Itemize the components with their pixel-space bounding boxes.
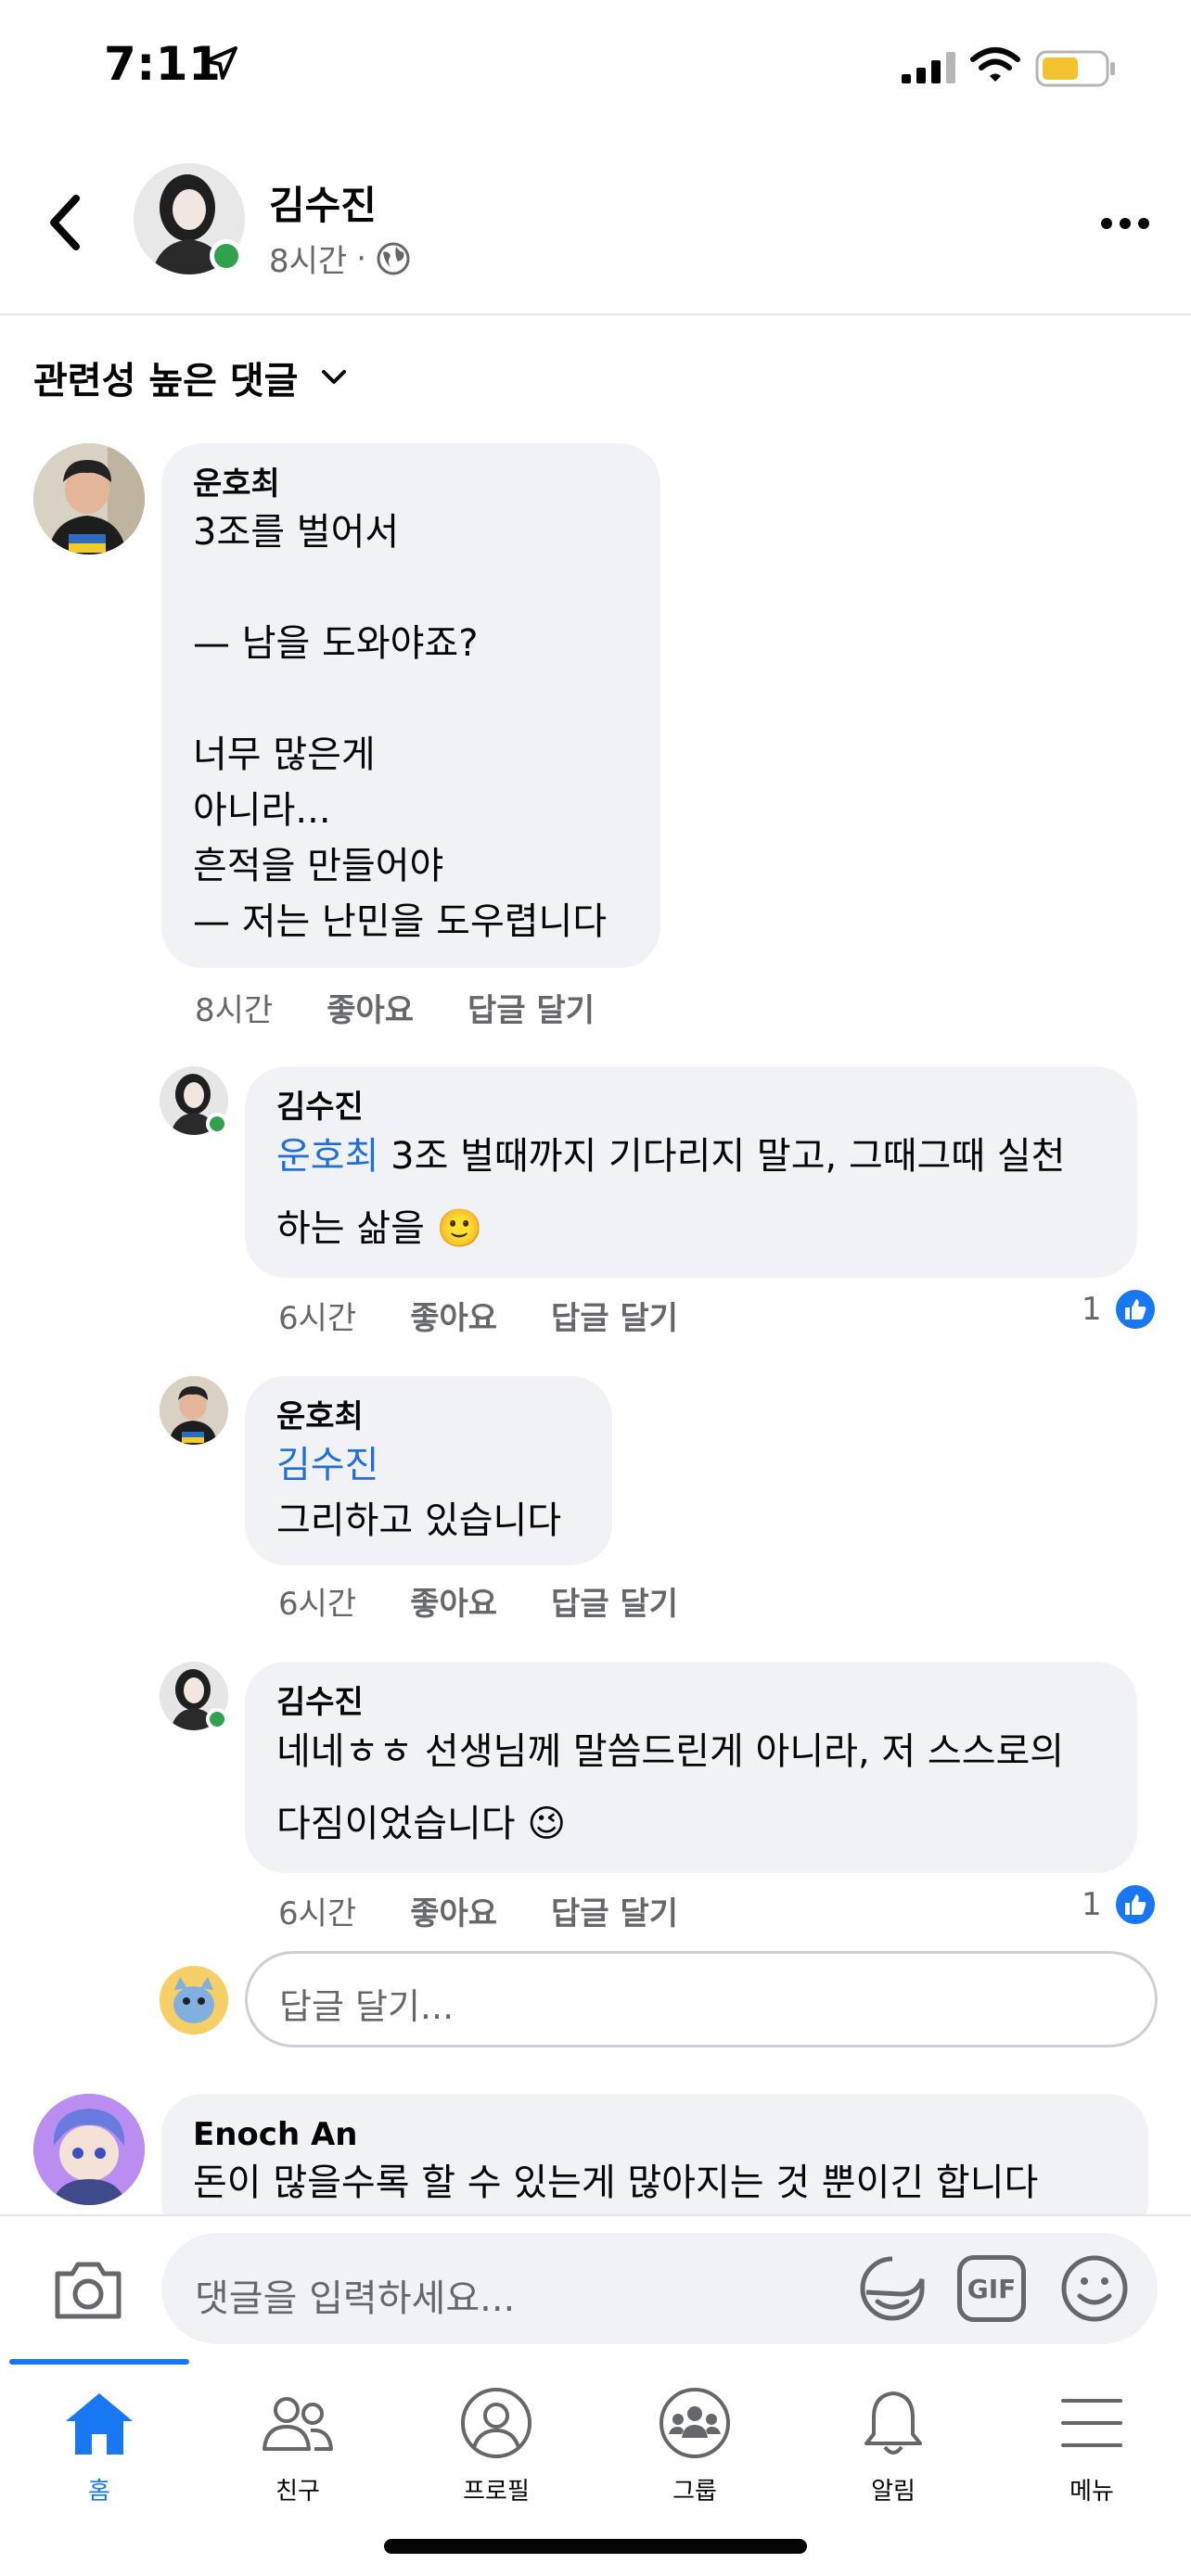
home-indicator[interactable] (384, 2539, 807, 2554)
comment-bubble[interactable]: 운호최 3조를 벌어서 — 남을 도와야죠? 너무 많은게 아니라... 흔적을… (161, 443, 660, 968)
reply-button[interactable]: 답글 달기 (551, 1888, 678, 1933)
meta-separator: · (356, 239, 367, 277)
tab-label: 알림 (871, 2478, 916, 2506)
tab-label: 친구 (275, 2478, 320, 2506)
reply-time: 6시간 (278, 1895, 357, 1932)
tab-menu[interactable]: 메뉴 (992, 2379, 1191, 2519)
comment-input[interactable]: 댓글을 입력하세요... GIF (161, 2233, 1158, 2344)
like-button[interactable]: 좋아요 (410, 1888, 497, 1933)
tab-home[interactable]: 홈 (0, 2379, 198, 2519)
sort-label: 관련성 높은 댓글 (33, 360, 299, 402)
bell-icon (864, 2391, 922, 2455)
wifi-icon (970, 47, 1020, 82)
reply-actions: 6시간 좋아요 답글 달기 (278, 1888, 678, 1933)
status-bar: 7:11 (0, 0, 1191, 139)
tab-label: 메뉴 (1069, 2478, 1114, 2506)
reply-bubble[interactable]: 김수진 네네ㅎㅎ 선생님께 말씀드린게 아니라, 저 스스로의 다짐이었습니다 … (245, 1662, 1137, 1873)
reply-input[interactable]: 답글 달기... (245, 1951, 1158, 2047)
home-icon (66, 2393, 133, 2455)
post-time: 8시간 (269, 243, 348, 280)
like-button[interactable]: 좋아요 (410, 1578, 497, 1624)
mention-link[interactable]: 운호최 (276, 1135, 378, 1178)
reply-time: 6시간 (278, 1586, 357, 1623)
reply-text: 그리하고 있습니다 (276, 1499, 562, 1542)
more-options-icon[interactable] (1100, 210, 1150, 237)
tab-label: 그룹 (672, 2478, 717, 2506)
reply-actions: 6시간 좋아요 답글 달기 (278, 1293, 678, 1338)
comment-actions: 8시간 좋아요 답글 달기 (195, 985, 595, 1030)
reply-avatar[interactable] (160, 1376, 228, 1445)
reply-button[interactable]: 답글 달기 (467, 985, 595, 1030)
mention-link: 김수진 (276, 1444, 379, 1486)
like-count: 1 (1082, 1291, 1102, 1328)
reply-text: 네네ㅎㅎ 선생님께 말씀드린게 아니라, 저 스스로의 다짐이었습니다 😉 (276, 1730, 1065, 1845)
thumbs-up-icon (1112, 1882, 1158, 1927)
like-button[interactable]: 좋아요 (327, 985, 414, 1030)
tab-label: 프로필 (463, 2478, 530, 2506)
commenter-avatar[interactable] (33, 443, 145, 555)
camera-icon[interactable] (52, 2257, 124, 2322)
friends-icon (263, 2397, 333, 2451)
commenter-avatar[interactable] (33, 2094, 145, 2205)
reaction-count[interactable]: 1 (1082, 1882, 1158, 1927)
reaction-count[interactable]: 1 (1082, 1287, 1158, 1332)
reply-text: 운호최 3조 벌때까지 기다리지 말고, 그때그때 실천 하는 삶을 🙂 (276, 1120, 1106, 1265)
comment-time: 8시간 (195, 992, 274, 1029)
current-user-avatar (160, 1966, 228, 2034)
groups-icon (660, 2388, 730, 2458)
comment-text: 3조를 벌어서 — 남을 도와야죠? 너무 많은게 아니라... 흔적을 만들어… (193, 511, 608, 943)
gif-button[interactable]: GIF (957, 2255, 1026, 2322)
chevron-down-icon (322, 370, 347, 384)
globe-icon (377, 242, 410, 274)
comment-author[interactable]: Enoch An (193, 2114, 1117, 2155)
location-arrow-icon (204, 46, 237, 80)
battery-icon (1035, 50, 1115, 87)
tab-notifications[interactable]: 알림 (794, 2379, 992, 2519)
like-count: 1 (1082, 1886, 1102, 1923)
online-status-dot (206, 1113, 228, 1135)
post-header: 김수진 8시간 · (0, 139, 1191, 315)
active-tab-indicator (9, 2359, 189, 2365)
menu-icon (1061, 2399, 1122, 2447)
cellular-signal-icon (902, 52, 955, 83)
thumbs-up-icon (1112, 1287, 1158, 1332)
reply-bubble[interactable]: 운호최 김수진 그리하고 있습니다 (245, 1376, 612, 1565)
comment-composer: 댓글을 입력하세요... GIF (0, 2214, 1191, 2359)
online-status-dot (206, 1708, 228, 1730)
comment-author[interactable]: 운호최 (193, 464, 629, 504)
reply-button[interactable]: 답글 달기 (551, 1293, 678, 1338)
tab-groups[interactable]: 그룹 (596, 2379, 794, 2519)
reply-author[interactable]: 운호최 (276, 1396, 581, 1437)
profile-icon (461, 2388, 531, 2458)
reply-bubble[interactable]: 김수진 운호최 3조 벌때까지 기다리지 말고, 그때그때 실천 하는 삶을 🙂 (245, 1066, 1137, 1278)
gif-label: GIF (967, 2273, 1017, 2304)
comment-sort-dropdown[interactable]: 관련성 높은 댓글 (33, 351, 348, 404)
reply-body: 3조 벌때까지 기다리지 말고, 그때그때 실천 하는 삶을 🙂 (276, 1135, 1066, 1250)
tab-profile[interactable]: 프로필 (397, 2379, 596, 2519)
post-author-name[interactable]: 김수진 (269, 174, 377, 231)
tab-label: 홈 (88, 2478, 110, 2506)
comment-input-placeholder: 댓글을 입력하세요... (195, 2277, 516, 2320)
like-button[interactable]: 좋아요 (410, 1293, 497, 1338)
reply-button[interactable]: 답글 달기 (551, 1578, 678, 1624)
comment-text: 돈이 많을수록 할 수 있는게 많아지는 것 뿐이긴 합니다 (193, 2162, 1039, 2204)
online-status-dot (210, 239, 243, 273)
tab-friends[interactable]: 친구 (198, 2379, 397, 2519)
post-meta: 8시간 · (269, 236, 411, 281)
back-arrow-icon[interactable] (41, 185, 93, 260)
reply-actions: 6시간 좋아요 답글 달기 (278, 1578, 678, 1624)
emoji-icon[interactable] (1059, 2253, 1130, 2324)
sticker-icon[interactable] (855, 2251, 929, 2326)
reply-time: 6시간 (278, 1300, 357, 1337)
